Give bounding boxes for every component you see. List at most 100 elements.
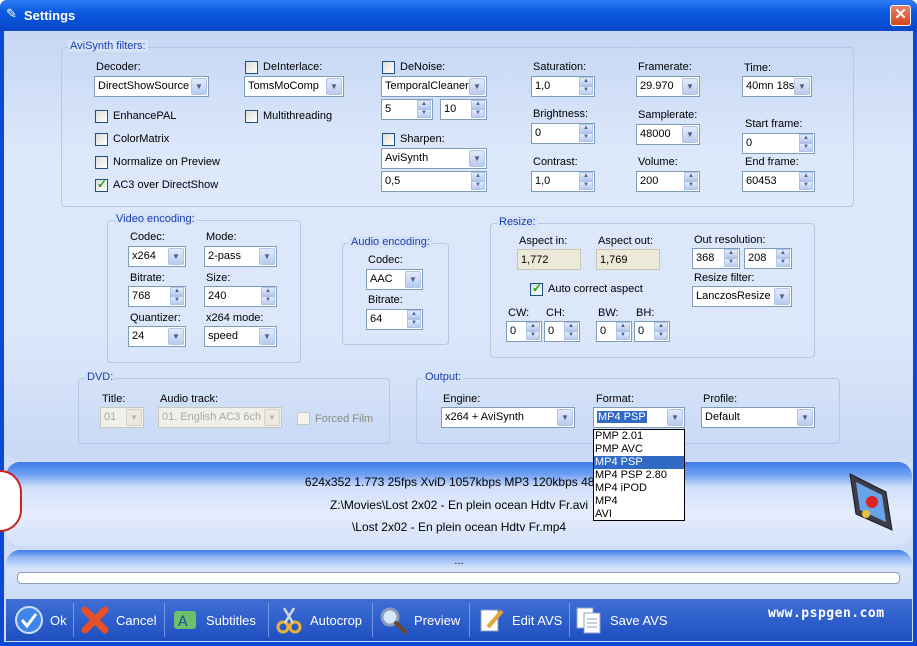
save-avs-button[interactable]: Save AVS bbox=[574, 601, 668, 639]
normalize-checkbox[interactable] bbox=[95, 156, 108, 169]
end-frame-spinner[interactable]: 60453 ▲ ▼ bbox=[742, 171, 815, 192]
spin-up-icon[interactable]: ▲ bbox=[579, 172, 593, 181]
end-frame-label: End frame: bbox=[745, 156, 799, 168]
format-option[interactable]: PMP 2.01 bbox=[594, 430, 684, 443]
start-frame-spinner[interactable]: 0 ▲ ▼ bbox=[742, 133, 815, 154]
spin-up-icon[interactable]: ▲ bbox=[579, 124, 593, 133]
volume-spinner[interactable]: 200 ▲ ▼ bbox=[636, 171, 700, 192]
out-width-spinner[interactable]: 368 ▲ ▼ bbox=[692, 248, 740, 269]
mode-select[interactable]: 2-pass ▼ bbox=[204, 246, 277, 267]
spin-up-icon[interactable]: ▲ bbox=[724, 249, 738, 258]
multithreading-checkbox[interactable] bbox=[245, 110, 258, 123]
spin-down-icon[interactable]: ▼ bbox=[616, 331, 630, 340]
spin-up-icon[interactable]: ▲ bbox=[471, 100, 485, 109]
spin-down-icon[interactable]: ▼ bbox=[471, 109, 485, 118]
quantizer-select[interactable]: 24 ▼ bbox=[128, 326, 186, 347]
edit-avs-button[interactable]: Edit AVS bbox=[476, 601, 562, 639]
spin-up-icon[interactable]: ▲ bbox=[526, 322, 540, 331]
close-button[interactable]: ✕ bbox=[890, 5, 911, 26]
spin-down-icon[interactable]: ▼ bbox=[417, 109, 431, 118]
ch-spinner[interactable]: 0 ▲ ▼ bbox=[544, 321, 580, 342]
spin-down-icon[interactable]: ▼ bbox=[564, 331, 578, 340]
spin-up-icon[interactable]: ▲ bbox=[170, 287, 184, 296]
format-option-selected[interactable]: MP4 PSP bbox=[594, 456, 684, 469]
deinterlace-checkbox[interactable] bbox=[245, 61, 258, 74]
spin-up-icon[interactable]: ▲ bbox=[799, 134, 813, 143]
size-spinner[interactable]: 240 ▲ ▼ bbox=[204, 286, 277, 307]
spin-down-icon[interactable]: ▼ bbox=[684, 181, 698, 190]
sharpen-checkbox[interactable] bbox=[382, 133, 395, 146]
spin-down-icon[interactable]: ▼ bbox=[579, 181, 593, 190]
audio-track-select[interactable]: 01. English AC3 6ch ▼ bbox=[158, 407, 282, 428]
engine-select[interactable]: x264 + AviSynth ▼ bbox=[441, 407, 575, 428]
resize-filter-select[interactable]: LanczosResize ▼ bbox=[692, 286, 792, 307]
sharpen-amount-spinner[interactable]: 0,5 ▲ ▼ bbox=[381, 171, 487, 192]
spin-up-icon[interactable]: ▲ bbox=[799, 172, 813, 181]
denoise-select[interactable]: TemporalCleaner ▼ bbox=[381, 76, 487, 97]
brightness-spinner[interactable]: 0 ▲ ▼ bbox=[531, 123, 595, 144]
out-height-spinner[interactable]: 208 ▲ ▼ bbox=[744, 248, 792, 269]
colormatrix-checkbox[interactable] bbox=[95, 133, 108, 146]
video-bitrate-spinner[interactable]: 768 ▲ ▼ bbox=[128, 286, 186, 307]
forced-film-checkbox[interactable] bbox=[297, 412, 310, 425]
spin-up-icon[interactable]: ▲ bbox=[407, 310, 421, 319]
spin-down-icon[interactable]: ▼ bbox=[799, 143, 813, 152]
spin-up-icon[interactable]: ▲ bbox=[564, 322, 578, 331]
cancel-button[interactable]: Cancel bbox=[80, 601, 156, 639]
denoise-checkbox[interactable] bbox=[382, 61, 395, 74]
spin-up-icon[interactable]: ▲ bbox=[776, 249, 790, 258]
spin-up-icon[interactable]: ▲ bbox=[471, 172, 485, 181]
audio-codec-select[interactable]: AAC ▼ bbox=[366, 269, 423, 290]
spin-down-icon[interactable]: ▼ bbox=[579, 133, 593, 142]
format-option[interactable]: AVI bbox=[594, 508, 684, 521]
format-option[interactable]: PMP AVC bbox=[594, 443, 684, 456]
spin-down-icon[interactable]: ▼ bbox=[261, 296, 275, 305]
format-option[interactable]: MP4 bbox=[594, 495, 684, 508]
spin-up-icon[interactable]: ▲ bbox=[654, 322, 668, 331]
samplerate-select[interactable]: 48000 ▼ bbox=[636, 124, 700, 145]
title-bar[interactable]: ✎ Settings ✕ bbox=[0, 0, 917, 31]
subtitles-button[interactable]: A Subtitles bbox=[170, 601, 256, 639]
spin-down-icon[interactable]: ▼ bbox=[407, 319, 421, 328]
time-select[interactable]: 40mn 18s ▼ bbox=[742, 76, 812, 97]
ac3-checkbox[interactable] bbox=[95, 177, 108, 192]
bw-spinner[interactable]: 0 ▲ ▼ bbox=[596, 321, 632, 342]
ok-button[interactable]: Ok bbox=[14, 601, 67, 639]
x264-mode-select[interactable]: speed ▼ bbox=[204, 326, 277, 347]
bh-spinner[interactable]: 0 ▲ ▼ bbox=[634, 321, 670, 342]
spin-down-icon[interactable]: ▼ bbox=[526, 331, 540, 340]
deinterlace-select[interactable]: TomsMoComp ▼ bbox=[244, 76, 344, 97]
video-codec-select[interactable]: x264 ▼ bbox=[128, 246, 186, 267]
spin-up-icon[interactable]: ▲ bbox=[616, 322, 630, 331]
format-select[interactable]: MP4 PSP ▼ bbox=[593, 407, 685, 428]
spin-up-icon[interactable]: ▲ bbox=[417, 100, 431, 109]
dvd-title-select[interactable]: 01 ▼ bbox=[100, 407, 144, 428]
format-dropdown-list[interactable]: PMP 2.01 PMP AVC MP4 PSP MP4 PSP 2.80 MP… bbox=[593, 429, 685, 521]
contrast-spinner[interactable]: 1,0 ▲ ▼ bbox=[531, 171, 595, 192]
auto-correct-checkbox[interactable] bbox=[530, 281, 543, 296]
spin-up-icon[interactable]: ▲ bbox=[261, 287, 275, 296]
autocrop-button[interactable]: Autocrop bbox=[274, 601, 362, 639]
spin-down-icon[interactable]: ▼ bbox=[724, 258, 738, 267]
spin-up-icon[interactable]: ▲ bbox=[579, 77, 593, 86]
spin-up-icon[interactable]: ▲ bbox=[684, 172, 698, 181]
spin-down-icon[interactable]: ▼ bbox=[170, 296, 184, 305]
saturation-spinner[interactable]: 1,0 ▲ ▼ bbox=[531, 76, 595, 97]
spin-down-icon[interactable]: ▼ bbox=[579, 86, 593, 95]
format-option[interactable]: MP4 PSP 2.80 bbox=[594, 469, 684, 482]
sharpen-select[interactable]: AviSynth ▼ bbox=[381, 148, 487, 169]
decoder-select[interactable]: DirectShowSource ▼ bbox=[94, 76, 209, 97]
denoise-param1-spinner[interactable]: 5 ▲ ▼ bbox=[381, 99, 433, 120]
preview-button[interactable]: Preview bbox=[378, 601, 460, 639]
spin-down-icon[interactable]: ▼ bbox=[776, 258, 790, 267]
spin-down-icon[interactable]: ▼ bbox=[471, 181, 485, 190]
cw-spinner[interactable]: 0 ▲ ▼ bbox=[506, 321, 542, 342]
framerate-select[interactable]: 29.970 ▼ bbox=[636, 76, 700, 97]
enhancepal-checkbox[interactable] bbox=[95, 110, 108, 123]
format-option[interactable]: MP4 iPOD bbox=[594, 482, 684, 495]
profile-select[interactable]: Default ▼ bbox=[701, 407, 815, 428]
spin-down-icon[interactable]: ▼ bbox=[654, 331, 668, 340]
spin-down-icon[interactable]: ▼ bbox=[799, 181, 813, 190]
audio-bitrate-spinner[interactable]: 64 ▲ ▼ bbox=[366, 309, 423, 330]
denoise-param2-spinner[interactable]: 10 ▲ ▼ bbox=[440, 99, 487, 120]
